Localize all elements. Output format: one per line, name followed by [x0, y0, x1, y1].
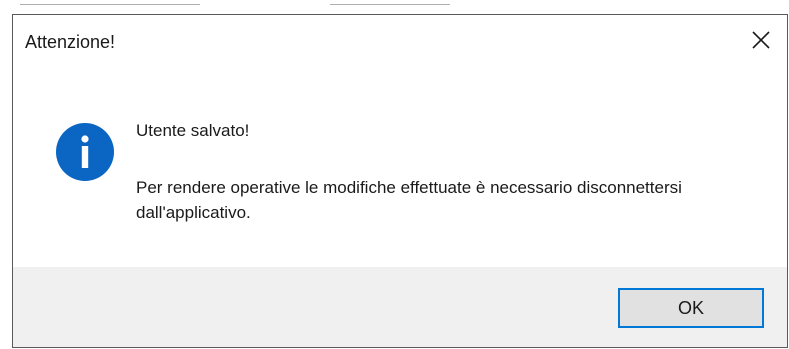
dialog-footer: OK: [13, 267, 787, 347]
dialog-content: Utente salvato! Per rendere operative le…: [13, 71, 787, 267]
message-title: Utente salvato!: [136, 121, 250, 140]
ok-button[interactable]: OK: [618, 288, 764, 328]
close-button[interactable]: [735, 15, 787, 65]
background-window-strip: [0, 0, 789, 14]
background-ghost-line: [20, 0, 200, 5]
dialog-title: Attenzione!: [25, 32, 116, 52]
message-dialog: Attenzione! Utente salvato! Per rendere …: [12, 14, 788, 348]
ok-button-label: OK: [677, 297, 704, 318]
close-icon: [752, 31, 770, 49]
message-body: Per rendere operative le modifiche effet…: [136, 178, 682, 222]
background-ghost-line: [330, 0, 450, 5]
info-icon: [56, 123, 114, 181]
dialog-titlebar[interactable]: Attenzione!: [13, 15, 787, 71]
